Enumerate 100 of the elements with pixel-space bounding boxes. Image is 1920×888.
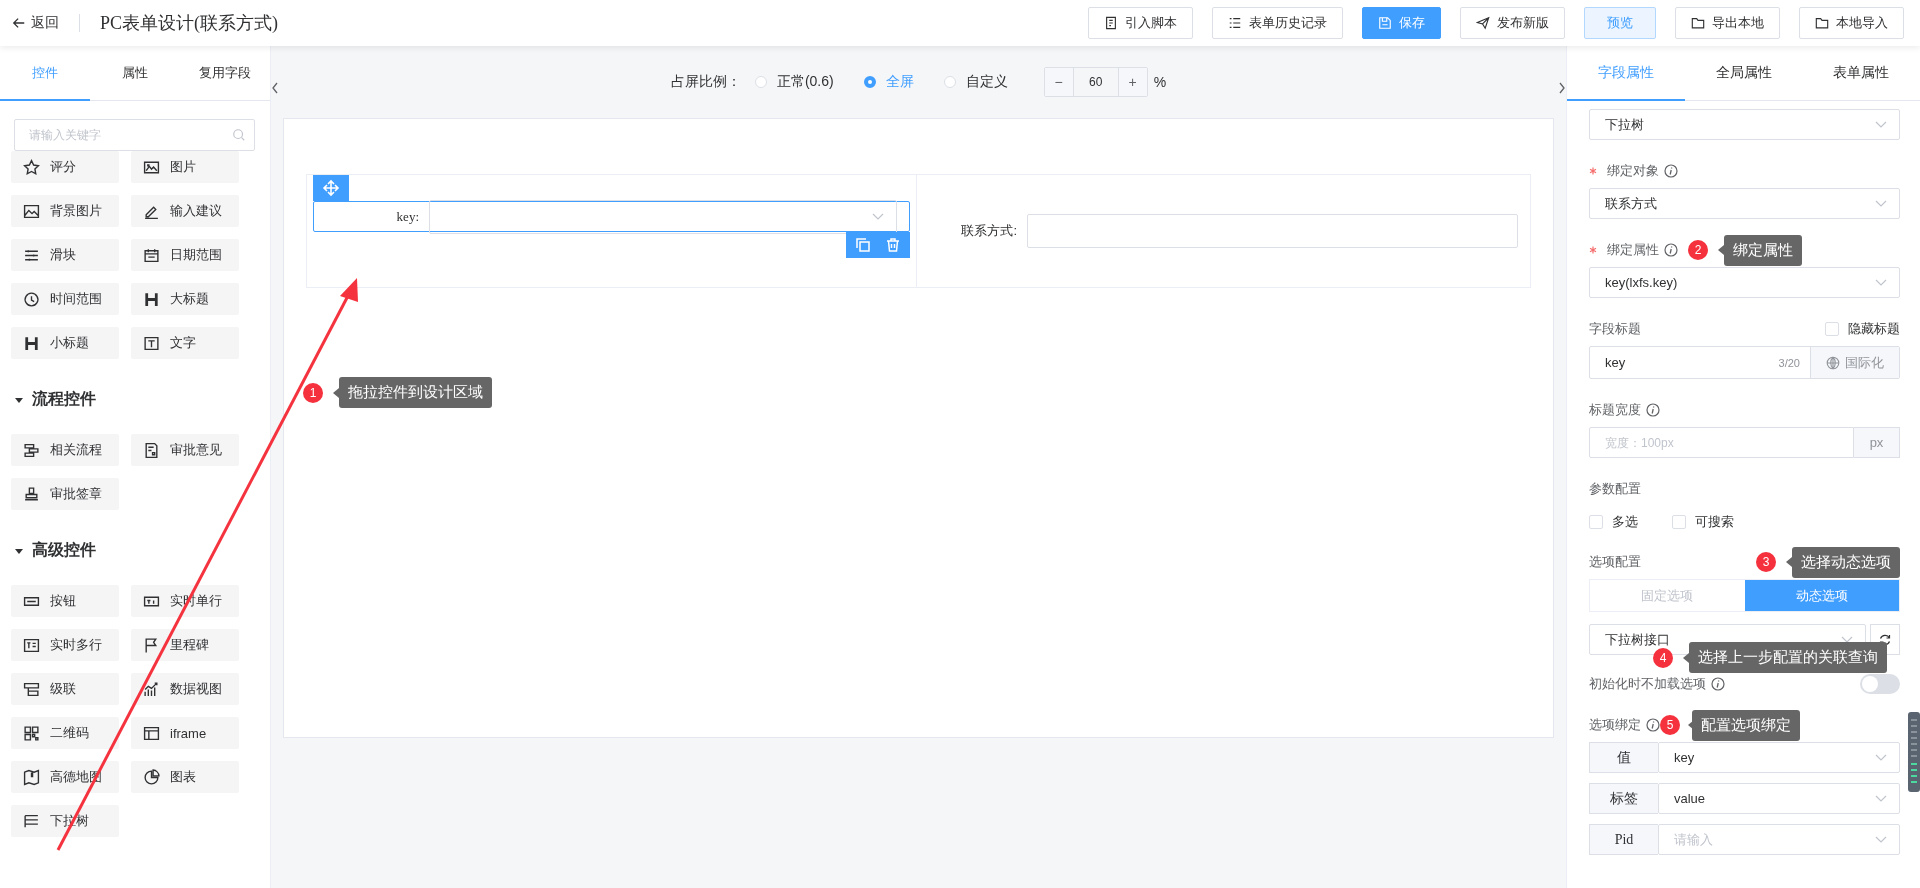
calendar-icon	[143, 246, 160, 264]
binding-select[interactable]: value	[1658, 783, 1900, 814]
component-type-select[interactable]: 下拉树	[1589, 109, 1900, 140]
option-checkbox[interactable]: 多选	[1589, 513, 1638, 531]
ratio-radio[interactable]: 正常(0.6)	[754, 73, 834, 91]
binding-label: 标签	[1589, 783, 1658, 814]
info-icon[interactable]	[1646, 403, 1660, 417]
section-header[interactable]: 高级控件	[0, 510, 270, 585]
star-icon	[23, 158, 40, 176]
flow-icon	[23, 441, 40, 459]
palette-item[interactable]: 时间范围	[11, 283, 119, 315]
toolbar-button[interactable]: 导出本地	[1675, 7, 1780, 39]
palette-item[interactable]: 小标题	[11, 327, 119, 359]
bind-object-select[interactable]: 联系方式	[1589, 188, 1900, 219]
ratio-label: 占屏比例：	[670, 73, 741, 91]
field-label: 参数配置	[1589, 480, 1641, 498]
field-label: 联系方式:	[960, 222, 1018, 240]
search-field[interactable]: 请输入关键字	[14, 119, 255, 151]
info-icon[interactable]	[1711, 677, 1725, 691]
chevron-down-icon	[1875, 120, 1887, 129]
move-handle-icon[interactable]	[313, 175, 349, 201]
info-icon[interactable]	[1664, 243, 1678, 257]
map-icon	[23, 768, 40, 786]
field-label: 绑定对象	[1607, 162, 1659, 180]
back-button[interactable]: 返回	[12, 14, 59, 32]
stepper-value[interactable]: 60	[1072, 68, 1119, 96]
palette-item[interactable]: 审批意见	[131, 434, 239, 466]
palette-item[interactable]: 滑块	[11, 239, 119, 271]
step-number-badge: 4	[1653, 647, 1673, 668]
palette-item[interactable]: 里程碑	[131, 629, 239, 661]
toolbar-button[interactable]: 引入脚本	[1088, 7, 1193, 39]
toggle-switch[interactable]	[1860, 674, 1900, 694]
delete-icon[interactable]	[885, 237, 901, 253]
section-header[interactable]: 流程控件	[0, 359, 270, 434]
chevron-down-icon	[1875, 753, 1887, 762]
list-icon	[1228, 16, 1242, 30]
palette-item[interactable]: iframe	[131, 717, 239, 749]
palette-item[interactable]: 日期范围	[131, 239, 239, 271]
collapse-left-icon[interactable]	[271, 82, 279, 94]
info-icon[interactable]	[1664, 164, 1678, 178]
collapse-right-icon[interactable]	[1558, 82, 1566, 94]
select-field[interactable]	[429, 199, 897, 234]
field-label: 初始化时不加载选项	[1589, 675, 1706, 693]
chevron-down-icon	[1875, 794, 1887, 803]
script-icon	[1104, 16, 1118, 30]
pie-chart-icon	[143, 768, 160, 786]
panel-tab[interactable]: 表单属性	[1802, 46, 1920, 101]
back-arrow-icon	[12, 16, 26, 30]
palette-item[interactable]: 按钮	[11, 585, 119, 617]
palette-item[interactable]: 二维码	[11, 717, 119, 749]
bind-attribute-select[interactable]: key(lxfs.key)	[1589, 267, 1900, 298]
palette-item[interactable]: 数据视图	[131, 673, 239, 705]
panel-tab[interactable]: 全局属性	[1684, 46, 1803, 101]
tooltip-pointer-icon	[333, 387, 339, 398]
palette-item[interactable]: 级联	[11, 673, 119, 705]
toolbar-button[interactable]: 本地导入	[1799, 7, 1904, 39]
toolbar-button[interactable]: 发布新版	[1460, 7, 1565, 39]
binding-select[interactable]: key	[1658, 742, 1900, 773]
flag-icon	[143, 636, 160, 654]
form-field[interactable]: 联系方式:	[925, 203, 1522, 259]
chevron-down-icon	[1875, 199, 1887, 208]
input-field[interactable]	[1027, 214, 1518, 248]
title-width-input[interactable]: 宽度：100px	[1589, 427, 1854, 458]
palette-item[interactable]: 背景图片	[11, 195, 119, 227]
folder-icon	[1691, 16, 1705, 30]
image-icon	[143, 158, 160, 176]
palette-item[interactable]: 审批签章	[11, 478, 119, 510]
clock-icon	[23, 290, 40, 308]
tooltip-pointer-icon	[1718, 245, 1724, 255]
floating-widget-icon[interactable]	[1908, 712, 1920, 792]
annotation-tooltip: 选择动态选项	[1792, 546, 1900, 578]
annotation-tooltip: 拖拉控件到设计区域	[339, 377, 492, 408]
selected-form-field[interactable]: key:	[313, 201, 910, 232]
toolbar-button[interactable]: 表单历史记录	[1212, 7, 1343, 39]
field-label: 标题宽度	[1589, 401, 1641, 419]
palette-item[interactable]: 大标题	[131, 283, 239, 315]
chevron-down-icon	[872, 212, 884, 221]
palette-item[interactable]: 相关流程	[11, 434, 119, 466]
hide-title-checkbox[interactable]: 隐藏标题	[1825, 320, 1900, 338]
tooltip-pointer-icon	[1683, 652, 1689, 663]
field-label: 绑定属性	[1607, 241, 1659, 259]
palette-item[interactable]: 评分	[11, 151, 119, 183]
palette-item[interactable]: 文字	[131, 327, 239, 359]
palette-item[interactable]: 输入建议	[131, 195, 239, 227]
annotation-tooltip: 绑定属性	[1724, 234, 1802, 266]
palette-item[interactable]: 实时多行	[11, 629, 119, 661]
document-icon	[143, 441, 160, 459]
annotation-tooltip: 配置选项绑定	[1692, 709, 1800, 741]
binding-label: Pid	[1589, 824, 1658, 855]
refresh-icon	[1878, 632, 1892, 647]
palette-item[interactable]: 图片	[131, 151, 239, 183]
panel-tab[interactable]: 属性	[90, 46, 180, 101]
ratio-radio[interactable]: 自定义	[943, 73, 1008, 91]
field-label: 字段标题	[1589, 320, 1641, 338]
info-icon[interactable]	[1646, 718, 1660, 732]
panel-tab[interactable]: 复用字段	[180, 46, 270, 101]
percent-unit: %	[1153, 74, 1167, 90]
option-checkbox[interactable]: 可搜索	[1672, 513, 1734, 531]
landscape-icon	[23, 202, 40, 220]
palette-item[interactable]: 图表	[131, 761, 239, 793]
